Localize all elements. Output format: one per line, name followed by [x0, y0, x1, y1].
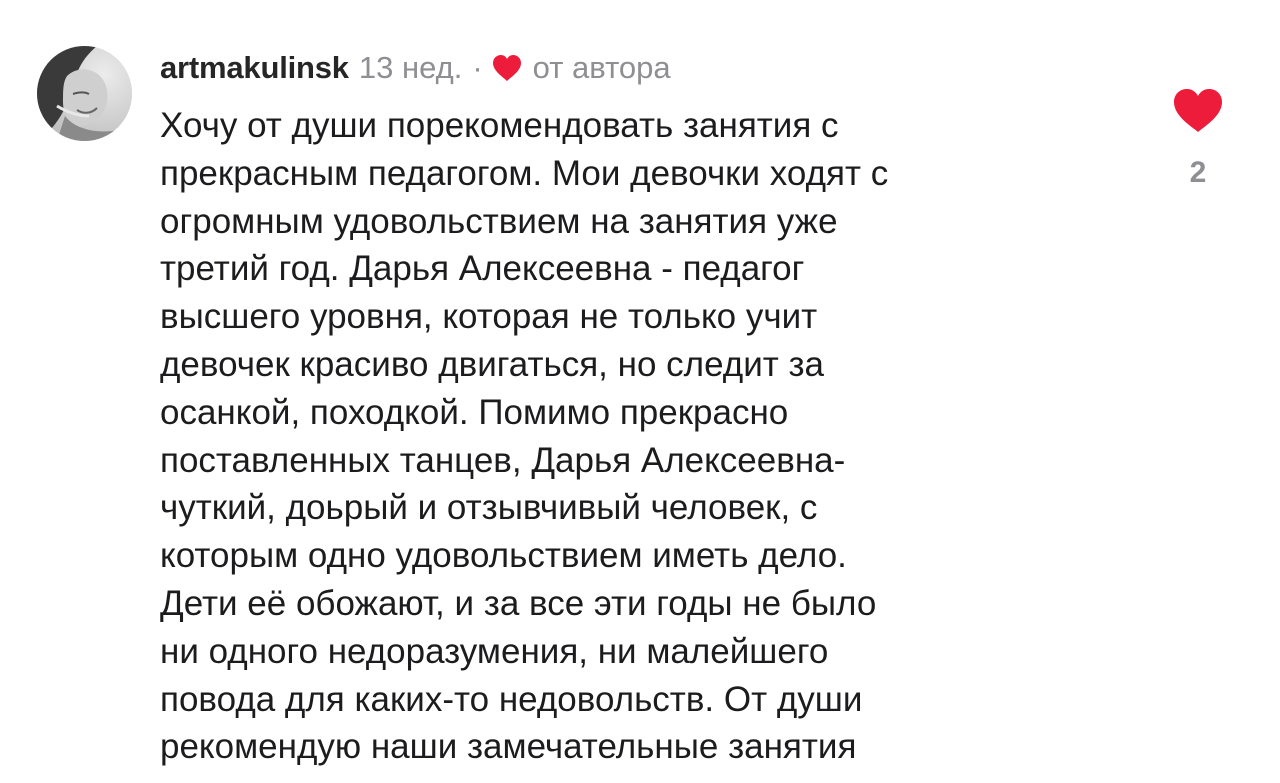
like-count[interactable]: 2 [1168, 156, 1228, 190]
liked-by-author-label: от автора [532, 50, 671, 85]
like-heart-icon[interactable] [1172, 88, 1224, 134]
timestamp[interactable]: 13 нед. [359, 50, 462, 86]
author-liked-heart-icon [492, 55, 521, 81]
avatar-photo-icon [37, 46, 132, 141]
avatar[interactable] [37, 46, 132, 141]
comment-header: artmakulinsk 13 нед. · от автора [160, 48, 671, 88]
username-link[interactable]: artmakulinsk [160, 50, 349, 86]
comment: artmakulinsk 13 нед. · от автора Хочу от… [0, 0, 1280, 783]
separator-dot: · [472, 50, 483, 85]
like-area: 2 [1168, 88, 1228, 190]
comment-text: Хочу от души порекомендовать занятия с п… [160, 106, 889, 767]
